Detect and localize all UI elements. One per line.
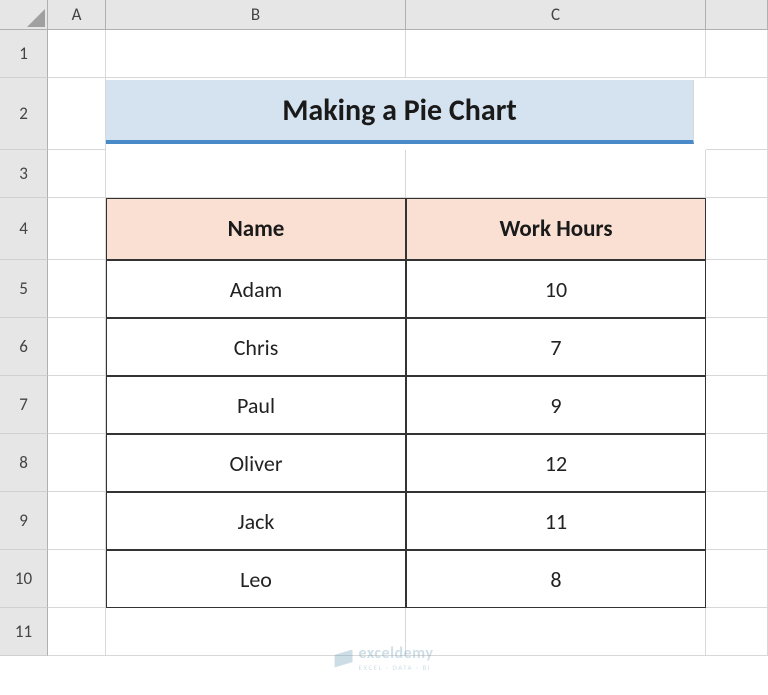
table-row[interactable]: Adam xyxy=(106,260,406,318)
row-header-7[interactable]: 7 xyxy=(0,376,48,434)
cell-a11[interactable] xyxy=(48,608,106,656)
row-header-2[interactable]: 2 xyxy=(0,78,48,150)
table-row[interactable]: Chris xyxy=(106,318,406,376)
cell-a5[interactable] xyxy=(48,260,106,318)
watermark-sub: EXCEL · DATA · BI xyxy=(359,664,434,671)
cell-blank-10[interactable] xyxy=(706,550,768,608)
table-header-name[interactable]: Name xyxy=(106,198,406,260)
title-cell[interactable]: Making a Pie Chart xyxy=(106,80,694,144)
cell-c11[interactable] xyxy=(406,608,706,656)
row-header-1[interactable]: 1 xyxy=(0,30,48,78)
row-header-4[interactable]: 4 xyxy=(0,198,48,260)
cell-a3[interactable] xyxy=(48,150,106,198)
cell-b3[interactable] xyxy=(106,150,406,198)
exceldemy-logo-icon xyxy=(335,650,353,668)
cell-blank-6[interactable] xyxy=(706,318,768,376)
cell-blank-11[interactable] xyxy=(706,608,768,656)
cell-blank-2[interactable] xyxy=(706,78,768,150)
table-row[interactable]: Jack xyxy=(106,492,406,550)
col-header-blank[interactable] xyxy=(706,0,768,30)
watermark-text: exceldemy EXCEL · DATA · BI xyxy=(359,646,434,671)
table-row[interactable]: Oliver xyxy=(106,434,406,492)
row-header-8[interactable]: 8 xyxy=(0,434,48,492)
cell-c3[interactable] xyxy=(406,150,706,198)
col-header-a[interactable]: A xyxy=(48,0,106,30)
cell-c1[interactable] xyxy=(406,30,706,78)
table-row[interactable]: 11 xyxy=(406,492,706,550)
table-row[interactable]: 9 xyxy=(406,376,706,434)
cell-blank-7[interactable] xyxy=(706,376,768,434)
cell-a2[interactable] xyxy=(48,78,106,150)
spreadsheet-grid: A B C 1 2 Making a Pie Chart 3 4 Name Wo… xyxy=(0,0,768,656)
table-row[interactable]: 12 xyxy=(406,434,706,492)
table-row[interactable]: 8 xyxy=(406,550,706,608)
cell-a10[interactable] xyxy=(48,550,106,608)
cell-a6[interactable] xyxy=(48,318,106,376)
col-header-c[interactable]: C xyxy=(406,0,706,30)
cell-blank-5[interactable] xyxy=(706,260,768,318)
watermark-main: exceldemy xyxy=(359,646,434,662)
row-header-9[interactable]: 9 xyxy=(0,492,48,550)
cell-blank-1[interactable] xyxy=(706,30,768,78)
row-header-10[interactable]: 10 xyxy=(0,550,48,608)
cell-b1[interactable] xyxy=(106,30,406,78)
table-row[interactable]: 7 xyxy=(406,318,706,376)
row-header-3[interactable]: 3 xyxy=(0,150,48,198)
row-header-11[interactable]: 11 xyxy=(0,608,48,656)
cell-blank-9[interactable] xyxy=(706,492,768,550)
table-header-hours[interactable]: Work Hours xyxy=(406,198,706,260)
table-row[interactable]: Paul xyxy=(106,376,406,434)
cell-blank-8[interactable] xyxy=(706,434,768,492)
watermark: exceldemy EXCEL · DATA · BI xyxy=(335,646,434,671)
cell-a8[interactable] xyxy=(48,434,106,492)
table-row[interactable]: Leo xyxy=(106,550,406,608)
cell-a4[interactable] xyxy=(48,198,106,260)
cell-a7[interactable] xyxy=(48,376,106,434)
cell-blank-4[interactable] xyxy=(706,198,768,260)
row-header-6[interactable]: 6 xyxy=(0,318,48,376)
cell-a1[interactable] xyxy=(48,30,106,78)
row-header-5[interactable]: 5 xyxy=(0,260,48,318)
select-all-corner[interactable] xyxy=(0,0,48,30)
cell-blank-3[interactable] xyxy=(706,150,768,198)
cell-a9[interactable] xyxy=(48,492,106,550)
table-row[interactable]: 10 xyxy=(406,260,706,318)
col-header-b[interactable]: B xyxy=(106,0,406,30)
